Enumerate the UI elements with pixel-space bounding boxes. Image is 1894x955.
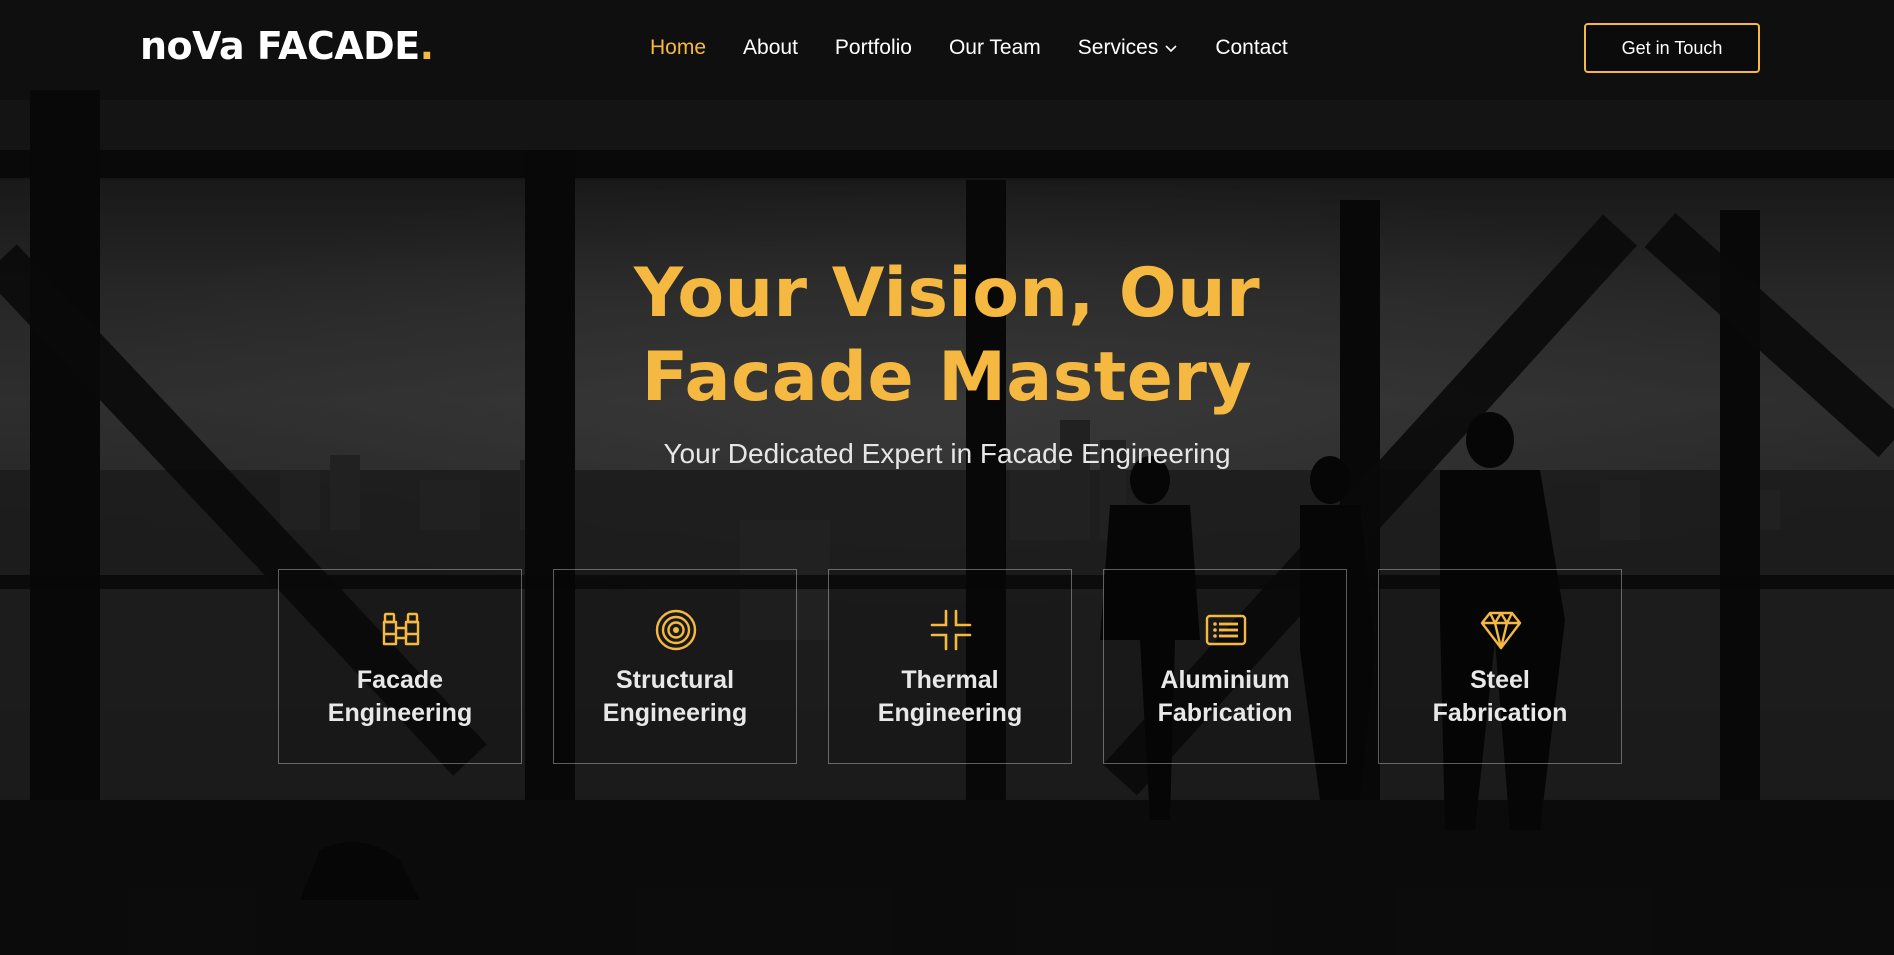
service-title-line-2: Engineering (602, 699, 748, 727)
service-title-line-2: Engineering (877, 699, 1023, 727)
service-title-line-1: Structural (615, 666, 735, 694)
service-card-title: Steel Fabrication (1379, 664, 1621, 730)
service-card-title: Structural Engineering (554, 664, 796, 730)
service-card-aluminium-fabrication[interactable]: Aluminium Fabrication (1103, 569, 1347, 764)
main-nav: Home About Portfolio Our Team Services C… (650, 36, 1325, 60)
nav-item-label: Portfolio (834, 36, 912, 59)
logo-text: noVa FACADE (140, 24, 420, 68)
service-card-structural-engineering[interactable]: Structural Engineering (553, 569, 797, 764)
service-title-line-1: Steel (1470, 666, 1530, 694)
headline-line-2: Facade Mastery (641, 338, 1253, 417)
get-in-touch-label: Get in Touch (1621, 37, 1723, 58)
service-card-facade-engineering[interactable]: Facade Engineering (278, 569, 522, 764)
service-card-thermal-engineering[interactable]: Thermal Engineering (828, 569, 1072, 764)
nav-item-label: Services (1077, 36, 1159, 59)
service-card-title: Aluminium Fabrication (1104, 664, 1346, 730)
nav-item-our-team[interactable]: Our Team (949, 36, 1041, 60)
dark-overlay (0, 0, 1894, 955)
nav-item-contact[interactable]: Contact (1215, 36, 1287, 60)
nav-item-label: Our Team (948, 36, 1041, 59)
site-logo[interactable]: noVa FACADE. (140, 24, 434, 68)
service-title-line-1: Facade (356, 666, 444, 694)
chevron-down-icon (1165, 45, 1177, 53)
service-card-steel-fabrication[interactable]: Steel Fabrication (1378, 569, 1622, 764)
service-title-line-2: Engineering (327, 699, 473, 727)
hero-subtitle: Your Dedicated Expert in Facade Engineer… (663, 438, 1231, 469)
service-title-line-2: Fabrication (1432, 699, 1568, 727)
nav-item-about[interactable]: About (743, 36, 798, 60)
service-card-title: Thermal Engineering (829, 664, 1071, 730)
nav-item-services[interactable]: Services (1078, 36, 1179, 60)
list-card-icon (1205, 614, 1247, 646)
nav-item-home[interactable]: Home (650, 36, 706, 60)
logo-dot: . (419, 24, 434, 68)
nav-item-label: About (743, 36, 798, 59)
binoculars-icon (382, 612, 420, 646)
gem-icon (1480, 611, 1522, 650)
hero-background (0, 0, 1894, 955)
service-card-title: Facade Engineering (279, 664, 521, 730)
site-header: noVa FACADE. Home About Portfolio Our Te… (0, 0, 1894, 98)
hero-headline: Your Vision, Our Facade Mastery (0, 252, 1894, 420)
nav-item-portfolio[interactable]: Portfolio (835, 36, 912, 60)
compress-icon (930, 609, 972, 651)
service-title-line-1: Aluminium (1160, 666, 1290, 694)
nav-item-label: Contact (1215, 36, 1288, 59)
get-in-touch-button[interactable]: Get in Touch (1584, 23, 1760, 73)
nav-item-label: Home (650, 36, 707, 59)
service-title-line-2: Fabrication (1157, 699, 1293, 727)
headline-line-1: Your Vision, Our (633, 254, 1261, 333)
service-title-line-1: Thermal (901, 666, 999, 694)
target-icon (655, 609, 697, 651)
